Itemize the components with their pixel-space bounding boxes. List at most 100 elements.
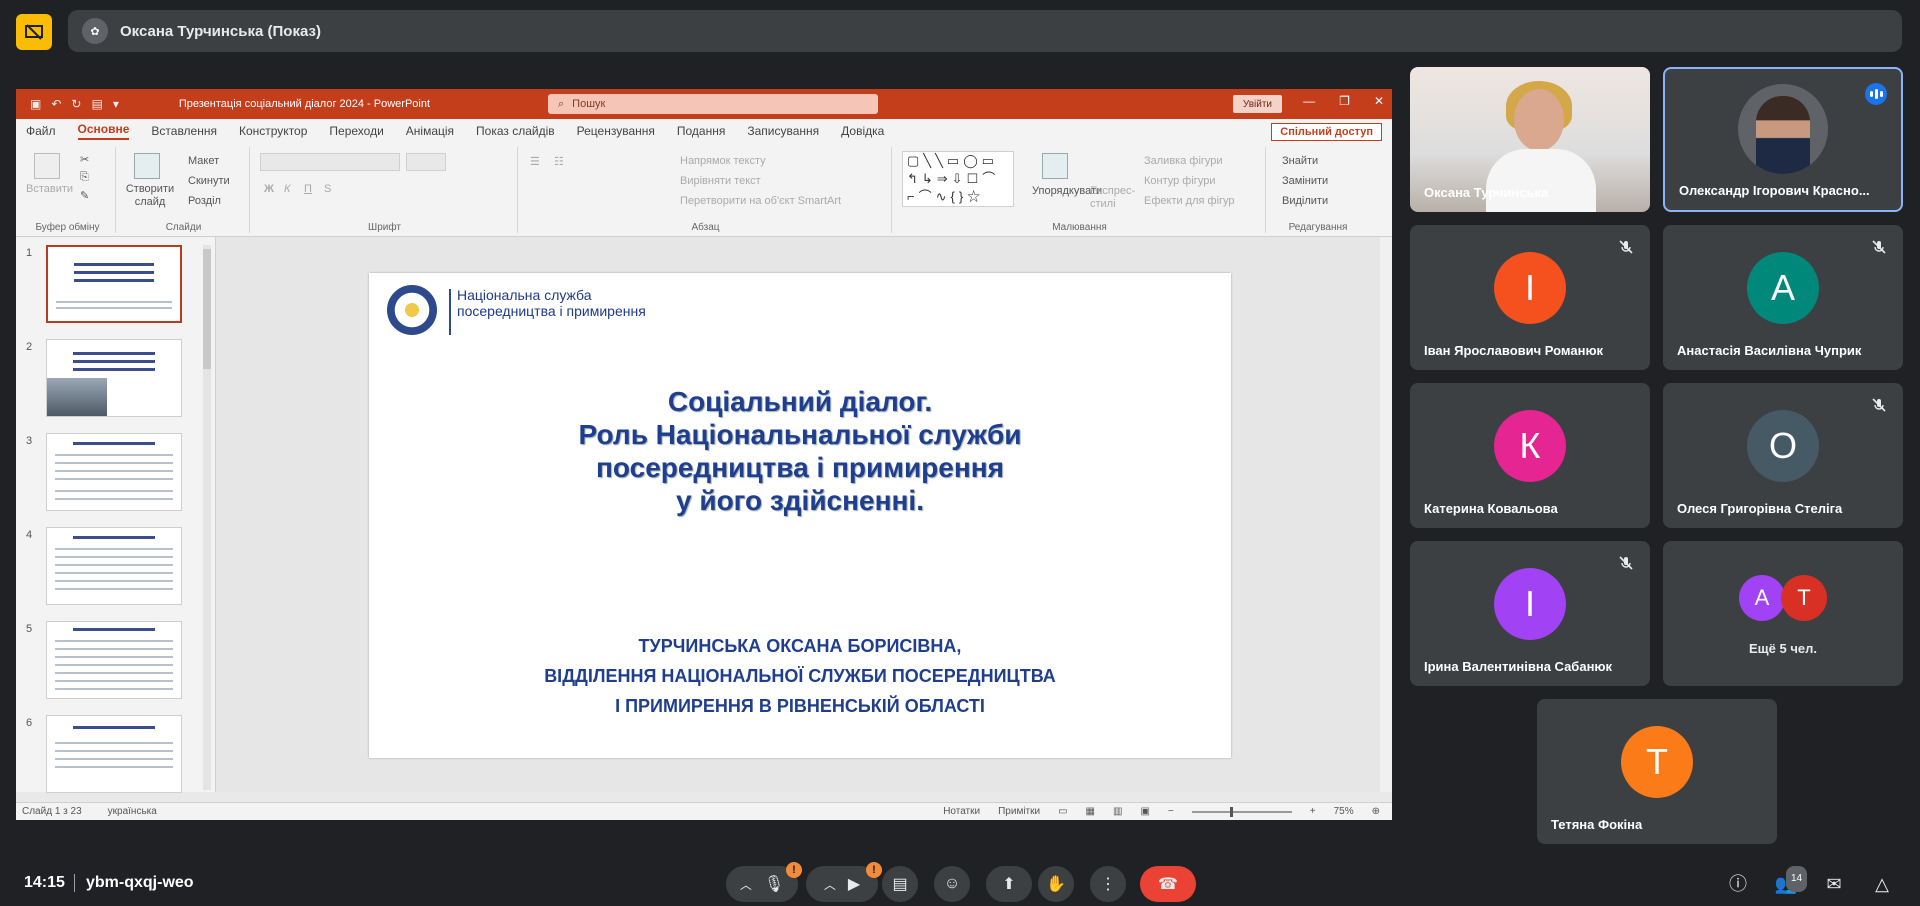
format-painter-icon[interactable]: ✎ <box>80 189 89 202</box>
shape-fill-button[interactable]: Заливка фігури <box>1144 155 1223 167</box>
captions-button[interactable]: ▤ <box>882 866 918 902</box>
close-icon[interactable]: ✕ <box>1374 94 1384 108</box>
participant-tile[interactable]: І Іван Ярославович Романюк <box>1410 225 1650 370</box>
shape-effects-button[interactable]: Ефекти для фігур <box>1144 195 1235 207</box>
font-size-field[interactable] <box>406 153 446 171</box>
present-icon[interactable]: ▤ <box>91 97 102 111</box>
numbering-icon[interactable]: ☷ <box>554 155 564 168</box>
zoom-slider[interactable] <box>1191 806 1292 817</box>
select-button[interactable]: Виділити <box>1282 195 1328 207</box>
participant-tile[interactable]: Оксана Турчинська <box>1410 67 1650 212</box>
normal-view-icon[interactable]: ▭ <box>1058 806 1067 817</box>
font-name-field[interactable] <box>260 153 400 171</box>
present-button[interactable]: ⬆ <box>986 866 1032 902</box>
bold-icon[interactable]: Ж <box>264 183 274 195</box>
restore-icon[interactable]: ❐ <box>1339 94 1350 108</box>
slide-thumb-1[interactable] <box>46 245 182 323</box>
ppt-search-box[interactable]: ⌕ Пошук <box>548 94 878 114</box>
replace-button[interactable]: Замінити <box>1282 175 1328 187</box>
sections-button[interactable]: Розділ <box>188 195 221 207</box>
slide-thumb-4[interactable] <box>46 527 182 605</box>
shape-outline-button[interactable]: Контур фігури <box>1144 175 1215 187</box>
smartart-button[interactable]: Перетворити на об'єкт SmartArt <box>680 195 841 207</box>
chevron-up-icon[interactable]: ︿ <box>824 876 836 893</box>
text-direction-button[interactable]: Напрямок тексту <box>680 155 766 167</box>
tab-help[interactable]: Довідка <box>841 124 884 138</box>
customize-icon[interactable]: ▾ <box>113 97 119 111</box>
italic-icon[interactable]: К <box>284 183 290 195</box>
tab-animations[interactable]: Анімація <box>406 124 454 138</box>
minimize-icon[interactable]: — <box>1303 94 1315 108</box>
zoom-out-icon[interactable]: − <box>1168 806 1174 817</box>
tab-design[interactable]: Конструктор <box>239 124 307 138</box>
sorter-view-icon[interactable]: ▦ <box>1086 806 1095 817</box>
slide-thumb-6[interactable] <box>46 715 182 793</box>
redo-icon[interactable]: ↻ <box>71 97 81 111</box>
reset-button[interactable]: Скинути <box>188 175 230 187</box>
camera-control[interactable]: ︿ ▶ ! <box>806 862 882 902</box>
tab-insert[interactable]: Вставлення <box>151 124 217 138</box>
new-slide-icon[interactable] <box>134 153 160 179</box>
reading-view-icon[interactable]: ▥ <box>1113 806 1122 817</box>
underline-icon[interactable]: П <box>304 183 312 195</box>
more-options-button[interactable]: ⋮ <box>1090 866 1126 902</box>
paste-icon[interactable] <box>34 153 60 179</box>
current-slide[interactable]: Національна служба посередництва і прими… <box>369 273 1231 758</box>
mic-off-icon[interactable]: 🎙 <box>764 874 784 894</box>
participant-tile[interactable]: І Ірина Валентинівна Сабанюк <box>1410 541 1650 686</box>
save-icon[interactable]: ▣ <box>30 97 41 111</box>
zoom-in-icon[interactable]: + <box>1310 806 1316 817</box>
presenter-chip[interactable]: ✿ Оксана Турчинська (Показ) <box>68 10 1902 52</box>
info-icon[interactable]: ⓘ <box>1726 872 1750 896</box>
tab-home[interactable]: Основне <box>77 122 130 140</box>
arrange-icon[interactable] <box>1042 153 1068 179</box>
participant-tile[interactable]: А Анастасія Василівна Чуприк <box>1663 225 1903 370</box>
participant-tile[interactable]: К Катерина Ковальова <box>1410 383 1650 528</box>
align-text-button[interactable]: Вирівняти текст <box>680 175 761 187</box>
slide-thumb-5[interactable] <box>46 621 182 699</box>
participant-tile[interactable]: Т Тетяна Фокіна <box>1537 699 1777 844</box>
thumbs-scrollbar[interactable] <box>203 245 211 790</box>
slideshow-view-icon[interactable]: ▣ <box>1140 806 1149 817</box>
slide-thumb-2[interactable] <box>46 339 182 417</box>
paste-button[interactable]: Вставити <box>26 183 73 195</box>
comments-button[interactable]: Примітки <box>998 806 1040 817</box>
zoom-level[interactable]: 75% <box>1334 806 1354 817</box>
undo-icon[interactable]: ↶ <box>51 97 61 111</box>
bullets-icon[interactable]: ☰ <box>530 155 540 168</box>
quick-styles-button[interactable]: Експрес-стилі <box>1090 185 1135 211</box>
tab-file[interactable]: Файл <box>26 124 56 138</box>
slide-thumb-3[interactable] <box>46 433 182 511</box>
people-icon[interactable]: 👥14 <box>1774 866 1808 896</box>
cut-icon[interactable]: ✂ <box>80 153 89 166</box>
activities-icon[interactable]: △ <box>1870 872 1894 896</box>
layout-button[interactable]: Макет <box>188 155 219 167</box>
chevron-up-icon[interactable]: ︿ <box>740 876 752 893</box>
microphone-control[interactable]: ︿ 🎙 ! <box>726 862 802 902</box>
notes-button[interactable]: Нотатки <box>943 806 980 817</box>
tab-view[interactable]: Подання <box>677 124 725 138</box>
fit-slide-icon[interactable]: ⊕ <box>1372 806 1380 817</box>
tab-slideshow[interactable]: Показ слайдів <box>476 124 555 138</box>
raise-hand-button[interactable]: ✋ <box>1038 866 1074 902</box>
chat-icon[interactable]: ✉ <box>1822 872 1846 896</box>
language-indicator[interactable]: українська <box>108 806 157 817</box>
login-button[interactable]: Увійти <box>1232 95 1282 113</box>
participant-tile[interactable]: Олександр Ігорович Красно... <box>1663 67 1903 212</box>
participant-tile[interactable]: О Олеся Григорівна Стеліга <box>1663 383 1903 528</box>
copy-icon[interactable]: ⎘ <box>80 171 89 184</box>
tab-review[interactable]: Рецензування <box>577 124 655 138</box>
shadow-icon[interactable]: S <box>324 183 331 195</box>
reactions-button[interactable]: ☺ <box>934 866 970 902</box>
shapes-gallery[interactable]: ▢╲╲▭◯▭ ↰↳⇒⇩☐⌒ ⌐⌒∿{}☆ <box>902 151 1014 207</box>
presentation-off-icon[interactable] <box>16 14 52 50</box>
tab-transitions[interactable]: Переходи <box>329 124 383 138</box>
slide-scrollbar[interactable] <box>1380 237 1392 792</box>
new-slide-button[interactable]: Створити слайд <box>122 183 178 209</box>
camera-off-icon[interactable]: ▶ <box>848 874 860 894</box>
tab-record[interactable]: Записування <box>747 124 819 138</box>
more-participants-tile[interactable]: А Т Ещё 5 чел. <box>1663 541 1903 686</box>
share-button[interactable]: Спільний доступ <box>1271 123 1382 141</box>
find-button[interactable]: Знайти <box>1282 155 1318 167</box>
leave-call-button[interactable]: ☎ <box>1140 866 1196 902</box>
